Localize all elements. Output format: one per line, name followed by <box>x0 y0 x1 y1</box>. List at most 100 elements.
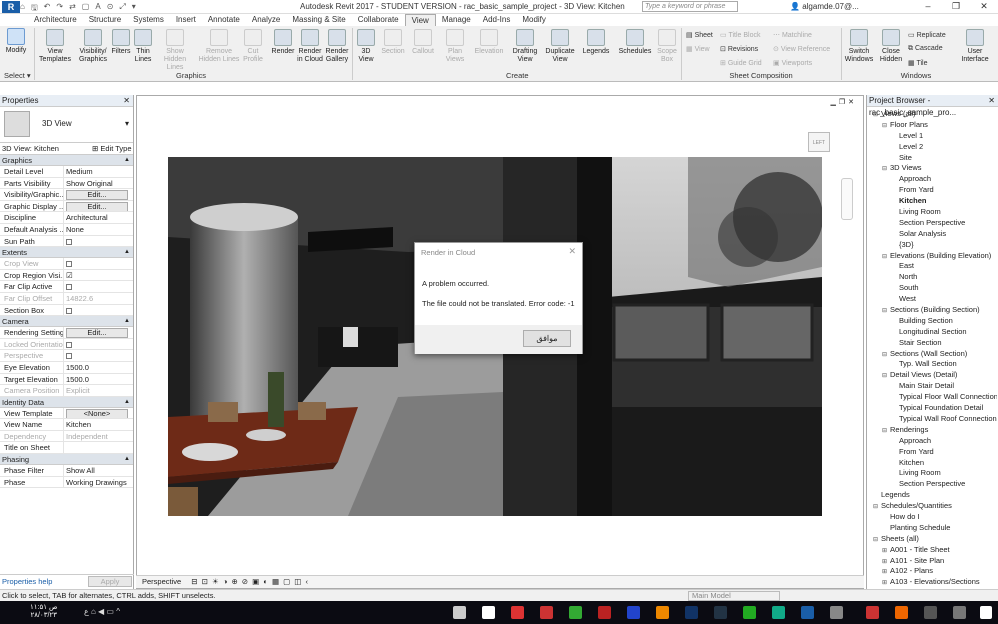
tab-structure[interactable]: Structure <box>83 14 127 26</box>
collapse-icon[interactable]: ▲ <box>124 247 130 258</box>
replicate-button[interactable]: ▭ Replicate <box>908 31 946 39</box>
browser-item[interactable]: Typical Wall Roof Connection <box>867 414 997 425</box>
task-view-icon[interactable] <box>924 606 937 619</box>
powerpoint-icon[interactable] <box>540 606 553 619</box>
view-reference-button[interactable]: ⊙ View Reference <box>773 45 830 53</box>
remove-hidden-lines-button[interactable]: Remove Hidden Lines <box>198 29 240 64</box>
tab-add-ins[interactable]: Add-Ins <box>477 14 517 26</box>
type-selector[interactable]: 3D View ▾ <box>0 107 133 143</box>
collapse-icon[interactable]: ▲ <box>124 316 130 327</box>
checkbox[interactable] <box>66 284 72 291</box>
browser-item[interactable]: Typical Foundation Detail <box>867 403 997 414</box>
browser-item[interactable]: Section Perspective <box>867 218 997 229</box>
excel-icon[interactable] <box>569 606 582 619</box>
checkbox[interactable] <box>66 238 72 245</box>
visibility-graphics-button[interactable]: Visibility/ Graphics <box>76 29 110 64</box>
plan-views-button[interactable]: Plan Views <box>443 29 467 64</box>
callout-button[interactable]: Callout <box>410 29 436 56</box>
browser-item[interactable]: Level 2 <box>867 142 997 153</box>
property-value[interactable] <box>64 281 133 292</box>
expand-toggle-icon[interactable]: ⊟ <box>873 110 881 120</box>
tab-analyze[interactable]: Analyze <box>246 14 286 26</box>
browser-item[interactable]: ⊟ Detail Views (Detail) <box>867 370 997 381</box>
edit-button[interactable]: Edit... <box>66 201 128 212</box>
render-in-cloud-button[interactable]: Render in Cloud <box>296 29 324 64</box>
matchline-button[interactable]: ⋯ Matchline <box>773 31 812 39</box>
browser-item[interactable]: Living Room <box>867 468 997 479</box>
browser-item[interactable]: Kitchen <box>867 458 997 469</box>
property-group-header[interactable]: Identity Data ▲ <box>0 396 133 408</box>
property-value[interactable]: None <box>64 224 133 235</box>
tab-annotate[interactable]: Annotate <box>202 14 246 26</box>
browser-item[interactable]: From Yard <box>867 447 997 458</box>
browser-item[interactable]: Level 1 <box>867 131 997 142</box>
tab-architecture[interactable]: Architecture <box>28 14 83 26</box>
photoshop-icon[interactable] <box>685 606 698 619</box>
chrome-icon[interactable] <box>511 606 524 619</box>
tab-view[interactable]: View <box>404 14 436 26</box>
property-group-header[interactable]: Camera ▲ <box>0 316 133 328</box>
browser-item[interactable]: East <box>867 261 997 272</box>
file-icon[interactable] <box>482 606 495 619</box>
property-value[interactable]: ☑ <box>64 270 133 281</box>
browser-item[interactable]: From Yard <box>867 185 997 196</box>
browser-item[interactable]: Approach <box>867 436 997 447</box>
tab-insert[interactable]: Insert <box>170 14 202 26</box>
property-group-header[interactable]: Graphics ▲ <box>0 155 133 166</box>
browser-item[interactable]: ⊟ Sections (Wall Section) <box>867 349 997 360</box>
expand-toggle-icon[interactable]: ⊟ <box>882 426 890 436</box>
property-value[interactable]: Show Original <box>64 178 133 189</box>
browser-item[interactable]: ⊞ A001 - Title Sheet <box>867 545 997 556</box>
tab-collaborate[interactable]: Collaborate <box>352 14 405 26</box>
modify-button[interactable]: Modify <box>3 28 29 55</box>
browser-item[interactable]: Stair Section <box>867 338 997 349</box>
browser-item[interactable]: ⊟ Schedules/Quantities <box>867 501 997 512</box>
expand-toggle-icon[interactable]: ⊟ <box>873 502 881 512</box>
property-value[interactable]: 1500.0 <box>64 374 133 385</box>
browser-item[interactable]: West <box>867 294 997 305</box>
expand-toggle-icon[interactable]: ⊞ <box>882 557 890 567</box>
firefox-icon[interactable] <box>656 606 669 619</box>
switch-windows-button[interactable]: Switch Windows <box>844 29 874 64</box>
browser-item[interactable]: ⊟ Sheets (all) <box>867 534 997 545</box>
browser-item[interactable]: Typical Floor Wall Connection <box>867 392 997 403</box>
expand-toggle-icon[interactable]: ⊟ <box>882 306 890 316</box>
tile-button[interactable]: ▦ Tile <box>908 59 927 67</box>
browser-item[interactable]: North <box>867 272 997 283</box>
windows-start-icon[interactable] <box>980 606 992 619</box>
viewports-button[interactable]: ▣ Viewports <box>773 59 812 67</box>
property-value[interactable]: 1500.0 <box>64 362 133 373</box>
navigation-bar[interactable] <box>841 178 853 220</box>
settings-icon[interactable] <box>453 606 466 619</box>
guide-grid-button[interactable]: ⊞ Guide Grid <box>720 59 762 67</box>
edit-button[interactable]: Edit... <box>66 328 128 338</box>
model-selector[interactable]: Main Model <box>688 591 780 601</box>
user-account[interactable]: 👤 algamde.07@... <box>790 2 859 11</box>
property-value[interactable]: Working Drawings <box>64 477 133 488</box>
browser-item[interactable]: ⊟ Elevations (Building Elevation) <box>867 251 997 262</box>
property-group-header[interactable]: Phasing ▲ <box>0 454 133 466</box>
apply-button[interactable]: Apply <box>88 576 132 587</box>
browser-item[interactable]: Section Perspective <box>867 479 997 490</box>
browser-item[interactable]: South <box>867 283 997 294</box>
property-group-header[interactable]: Extents ▲ <box>0 247 133 259</box>
close-button[interactable]: ✕ <box>970 0 998 13</box>
property-value[interactable]: <None> <box>64 408 133 419</box>
browser-item[interactable]: ⊟ Floor Plans <box>867 120 997 131</box>
collapse-icon[interactable]: ▲ <box>124 397 130 408</box>
revit-icon[interactable] <box>801 606 814 619</box>
app-icon[interactable] <box>598 606 611 619</box>
restore-button[interactable]: ❐ <box>942 0 970 13</box>
browser-item[interactable]: Solar Analysis <box>867 229 997 240</box>
expand-toggle-icon[interactable]: ⊞ <box>882 546 890 556</box>
expand-toggle-icon[interactable]: ⊟ <box>882 121 890 131</box>
browser-item[interactable]: Building Section <box>867 316 997 327</box>
expand-toggle-icon[interactable]: ⊞ <box>882 578 890 588</box>
edit-button[interactable]: <None> <box>66 408 128 419</box>
close-icon[interactable]: ✕ <box>568 246 576 257</box>
firefox-icon[interactable] <box>895 606 908 619</box>
property-value[interactable]: Medium <box>64 166 133 177</box>
view-control-icons[interactable]: ⊟ ⊡ ☀ ◑ ⊕ ⊘ ▣ ◐ ▦ ▢ ◫ ‹ <box>183 577 309 586</box>
edge-icon[interactable] <box>772 606 785 619</box>
schedules-button[interactable]: Schedules <box>617 29 653 56</box>
